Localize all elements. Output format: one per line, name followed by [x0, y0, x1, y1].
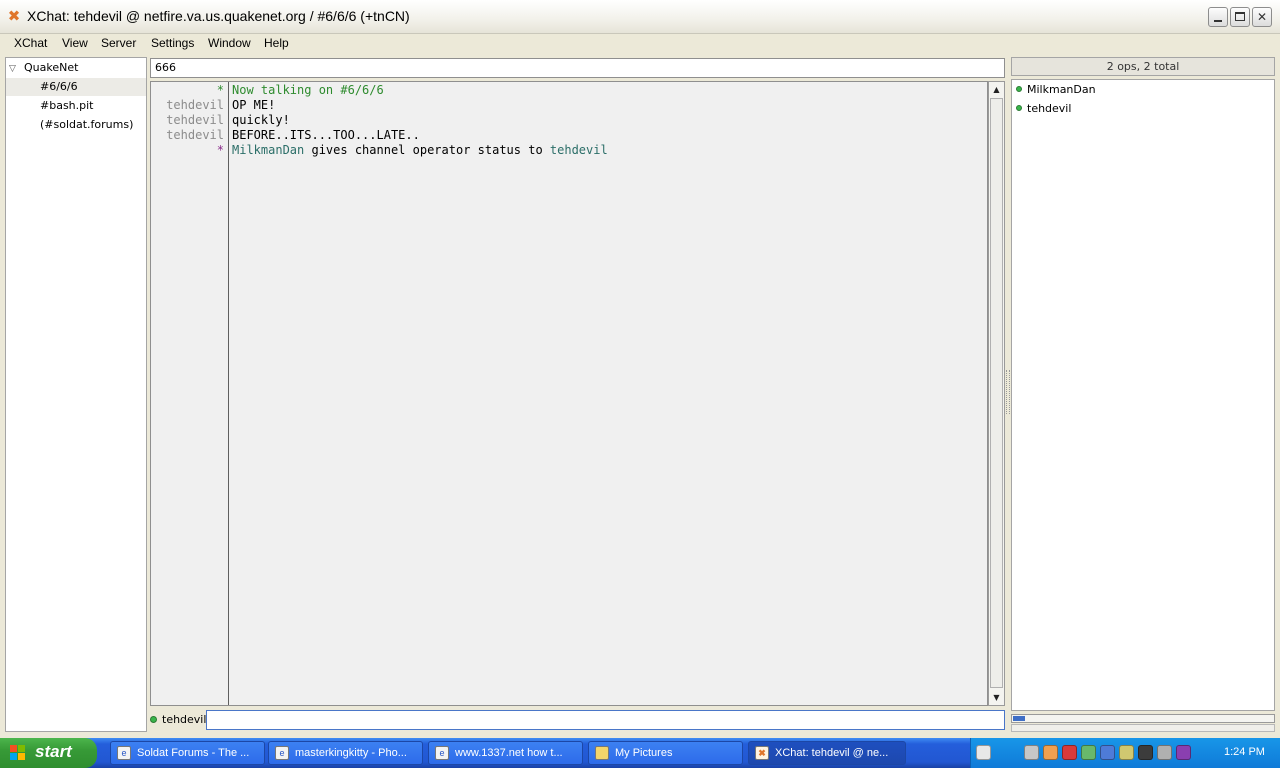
taskbar-item-label: My Pictures: [615, 747, 673, 759]
browser-icon: e: [435, 746, 449, 760]
taskbar-item-label: XChat: tehdevil @ ne...: [775, 747, 889, 759]
tree-network-label: QuakeNet: [24, 61, 79, 74]
chat-highlight-nick[interactable]: MilkmanDan: [232, 143, 304, 157]
scroll-thumb[interactable]: [990, 98, 1003, 688]
help-icon[interactable]: [976, 745, 991, 760]
taskbar-clock: 1:24 PM: [1224, 746, 1265, 758]
message-input[interactable]: [206, 710, 1005, 730]
user-item-tehdevil[interactable]: tehdevil: [1012, 99, 1274, 118]
chat-line: tehdevil BEFORE..ITS...TOO...LATE..: [151, 128, 987, 143]
chat-nick: *: [216, 143, 224, 157]
nick-label: tehdevil: [162, 713, 207, 726]
tray-network-icon[interactable]: [1081, 745, 1096, 760]
chat-message: quickly!: [232, 113, 290, 127]
chat-message: BEFORE..ITS...TOO...LATE..: [232, 128, 420, 142]
browser-icon: e: [275, 746, 289, 760]
tray-app-icon[interactable]: [1100, 745, 1115, 760]
taskbar-item-label: masterkingkitty - Pho...: [295, 747, 407, 759]
tree-channel-bash-pit[interactable]: #bash.pit: [6, 97, 146, 115]
scroll-up-icon[interactable]: ▲: [989, 82, 1004, 97]
chat-line: * Now talking on #6/6/6: [151, 83, 987, 98]
tray-shield-icon[interactable]: [1062, 745, 1077, 760]
userlist-scrollbar[interactable]: [1011, 714, 1275, 723]
tray-messenger-icon[interactable]: [1138, 745, 1153, 760]
pane-resize-grip[interactable]: [1006, 370, 1010, 414]
window-title: XChat: tehdevil @ netfire.va.us.quakenet…: [27, 8, 410, 24]
chat-nick: *: [216, 83, 224, 97]
menu-settings[interactable]: Settings: [151, 36, 194, 50]
xchat-icon: ✖: [755, 746, 769, 760]
tree-channel-label: #bash.pit: [40, 99, 94, 112]
nick-separator: [228, 82, 229, 705]
chat-nick[interactable]: tehdevil: [151, 128, 224, 143]
menu-server[interactable]: Server: [101, 36, 136, 50]
userlist-scrollbar-track[interactable]: [1011, 724, 1275, 732]
tree-network-quakenet[interactable]: ▽ QuakeNet: [6, 59, 146, 77]
windows-logo-icon: [10, 745, 25, 760]
folder-icon: [595, 746, 609, 760]
taskbar-item-xchat[interactable]: ✖ XChat: tehdevil @ ne...: [748, 741, 906, 765]
tree-channel-soldat-forums[interactable]: (#soldat.forums): [6, 116, 146, 134]
menu-xchat[interactable]: XChat: [14, 36, 47, 50]
taskbar-item-masterkingkitty[interactable]: e masterkingkitty - Pho...: [268, 741, 423, 765]
taskbar: start e Soldat Forums - The ... e master…: [0, 738, 1280, 768]
tree-channel-label: (#soldat.forums): [40, 118, 134, 131]
tray-display-icon[interactable]: [1157, 745, 1172, 760]
op-status-icon: [150, 716, 157, 723]
browser-icon: e: [117, 746, 131, 760]
userlist-scroll-thumb[interactable]: [1013, 716, 1025, 721]
chat-message: OP ME!: [232, 98, 276, 112]
menu-window[interactable]: Window: [208, 36, 251, 50]
chat-highlight-nick[interactable]: tehdevil: [550, 143, 608, 157]
tree-channel-label: #6/6/6: [40, 80, 78, 93]
nick-button[interactable]: tehdevil: [150, 711, 206, 729]
taskbar-item-soldat-forums[interactable]: e Soldat Forums - The ...: [110, 741, 265, 765]
scroll-down-icon[interactable]: ▼: [989, 690, 1004, 705]
chat-message-text: gives channel operator status to: [304, 143, 550, 157]
tray-xchat-icon[interactable]: [1043, 745, 1058, 760]
title-bar: ✖ XChat: tehdevil @ netfire.va.us.quaken…: [0, 0, 1280, 34]
tray-app-icon[interactable]: [1176, 745, 1191, 760]
topic-field[interactable]: 666: [150, 58, 1005, 78]
taskbar-item-my-pictures[interactable]: My Pictures: [588, 741, 743, 765]
taskbar-item-label: Soldat Forums - The ...: [137, 747, 250, 759]
start-button[interactable]: start: [0, 738, 97, 768]
op-status-icon: [1016, 86, 1022, 92]
chat-line: tehdevil quickly!: [151, 113, 987, 128]
tray-audio-icon[interactable]: [1119, 745, 1134, 760]
triangle-down-icon[interactable]: ▽: [9, 60, 16, 78]
xchat-icon: ✖: [7, 7, 21, 25]
chat-text-area[interactable]: * Now talking on #6/6/6 tehdevil OP ME! …: [150, 81, 988, 706]
start-label: start: [35, 742, 72, 761]
menu-help[interactable]: Help: [264, 36, 289, 50]
minimize-button[interactable]: [1208, 7, 1228, 27]
user-name: tehdevil: [1027, 102, 1072, 115]
user-name: MilkmanDan: [1027, 83, 1096, 96]
tree-channel-666[interactable]: #6/6/6: [6, 78, 146, 96]
user-list: MilkmanDan tehdevil: [1011, 79, 1275, 711]
chat-message: MilkmanDan gives channel operator status…: [232, 143, 608, 158]
maximize-button[interactable]: [1230, 7, 1250, 27]
chat-line: * MilkmanDan gives channel operator stat…: [151, 143, 987, 158]
chat-line: tehdevil OP ME!: [151, 98, 987, 113]
menu-bar: XChat View Server Settings Window Help: [0, 34, 1280, 54]
chat-message: Now talking on #6/6/6: [232, 83, 384, 97]
chat-nick[interactable]: tehdevil: [151, 98, 224, 113]
user-item-milkmandan[interactable]: MilkmanDan: [1012, 80, 1274, 99]
server-tree: ▽ QuakeNet #6/6/6 #bash.pit (#soldat.for…: [5, 57, 147, 732]
taskbar-item-1337-net[interactable]: e www.1337.net how t...: [428, 741, 583, 765]
close-button[interactable]: ✕: [1252, 7, 1272, 27]
menu-view[interactable]: View: [62, 36, 88, 50]
tray-app-icon[interactable]: [1024, 745, 1039, 760]
user-count-header: 2 ops, 2 total: [1011, 57, 1275, 76]
taskbar-item-label: www.1337.net how t...: [455, 747, 563, 759]
chat-scrollbar[interactable]: ▲ ▼: [988, 81, 1005, 706]
op-status-icon: [1016, 105, 1022, 111]
chat-nick[interactable]: tehdevil: [151, 113, 224, 128]
